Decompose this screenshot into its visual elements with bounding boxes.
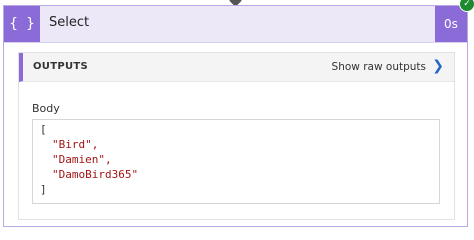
action-title: Select (49, 15, 90, 30)
action-header[interactable]: { } Select 0s (4, 6, 467, 43)
body-json-viewer[interactable]: [ "Bird", "Damien", "DamoBird365" ] (32, 119, 440, 204)
action-card-select[interactable]: { } Select 0s OUTPUTS Show raw outputs ❯… (3, 5, 468, 227)
duration-badge: 0s (435, 6, 467, 42)
close-bracket: ] (40, 183, 47, 196)
data-operation-icon: { } (4, 6, 40, 42)
body-label: Body (32, 102, 60, 115)
json-item: "DamoBird365" (52, 168, 139, 181)
outputs-label: OUTPUTS (33, 61, 89, 72)
json-item: "Bird", (52, 138, 99, 151)
outputs-panel: OUTPUTS Show raw outputs ❯ Body [ "Bird"… (18, 52, 455, 220)
json-item: "Damien", (52, 153, 112, 166)
open-bracket: [ (40, 123, 47, 136)
success-check-icon: ✓ (459, 0, 474, 12)
show-raw-outputs-link[interactable]: Show raw outputs (332, 61, 426, 73)
chevron-right-icon[interactable]: ❯ (432, 58, 444, 74)
outputs-section-header: OUTPUTS Show raw outputs ❯ (19, 53, 454, 82)
